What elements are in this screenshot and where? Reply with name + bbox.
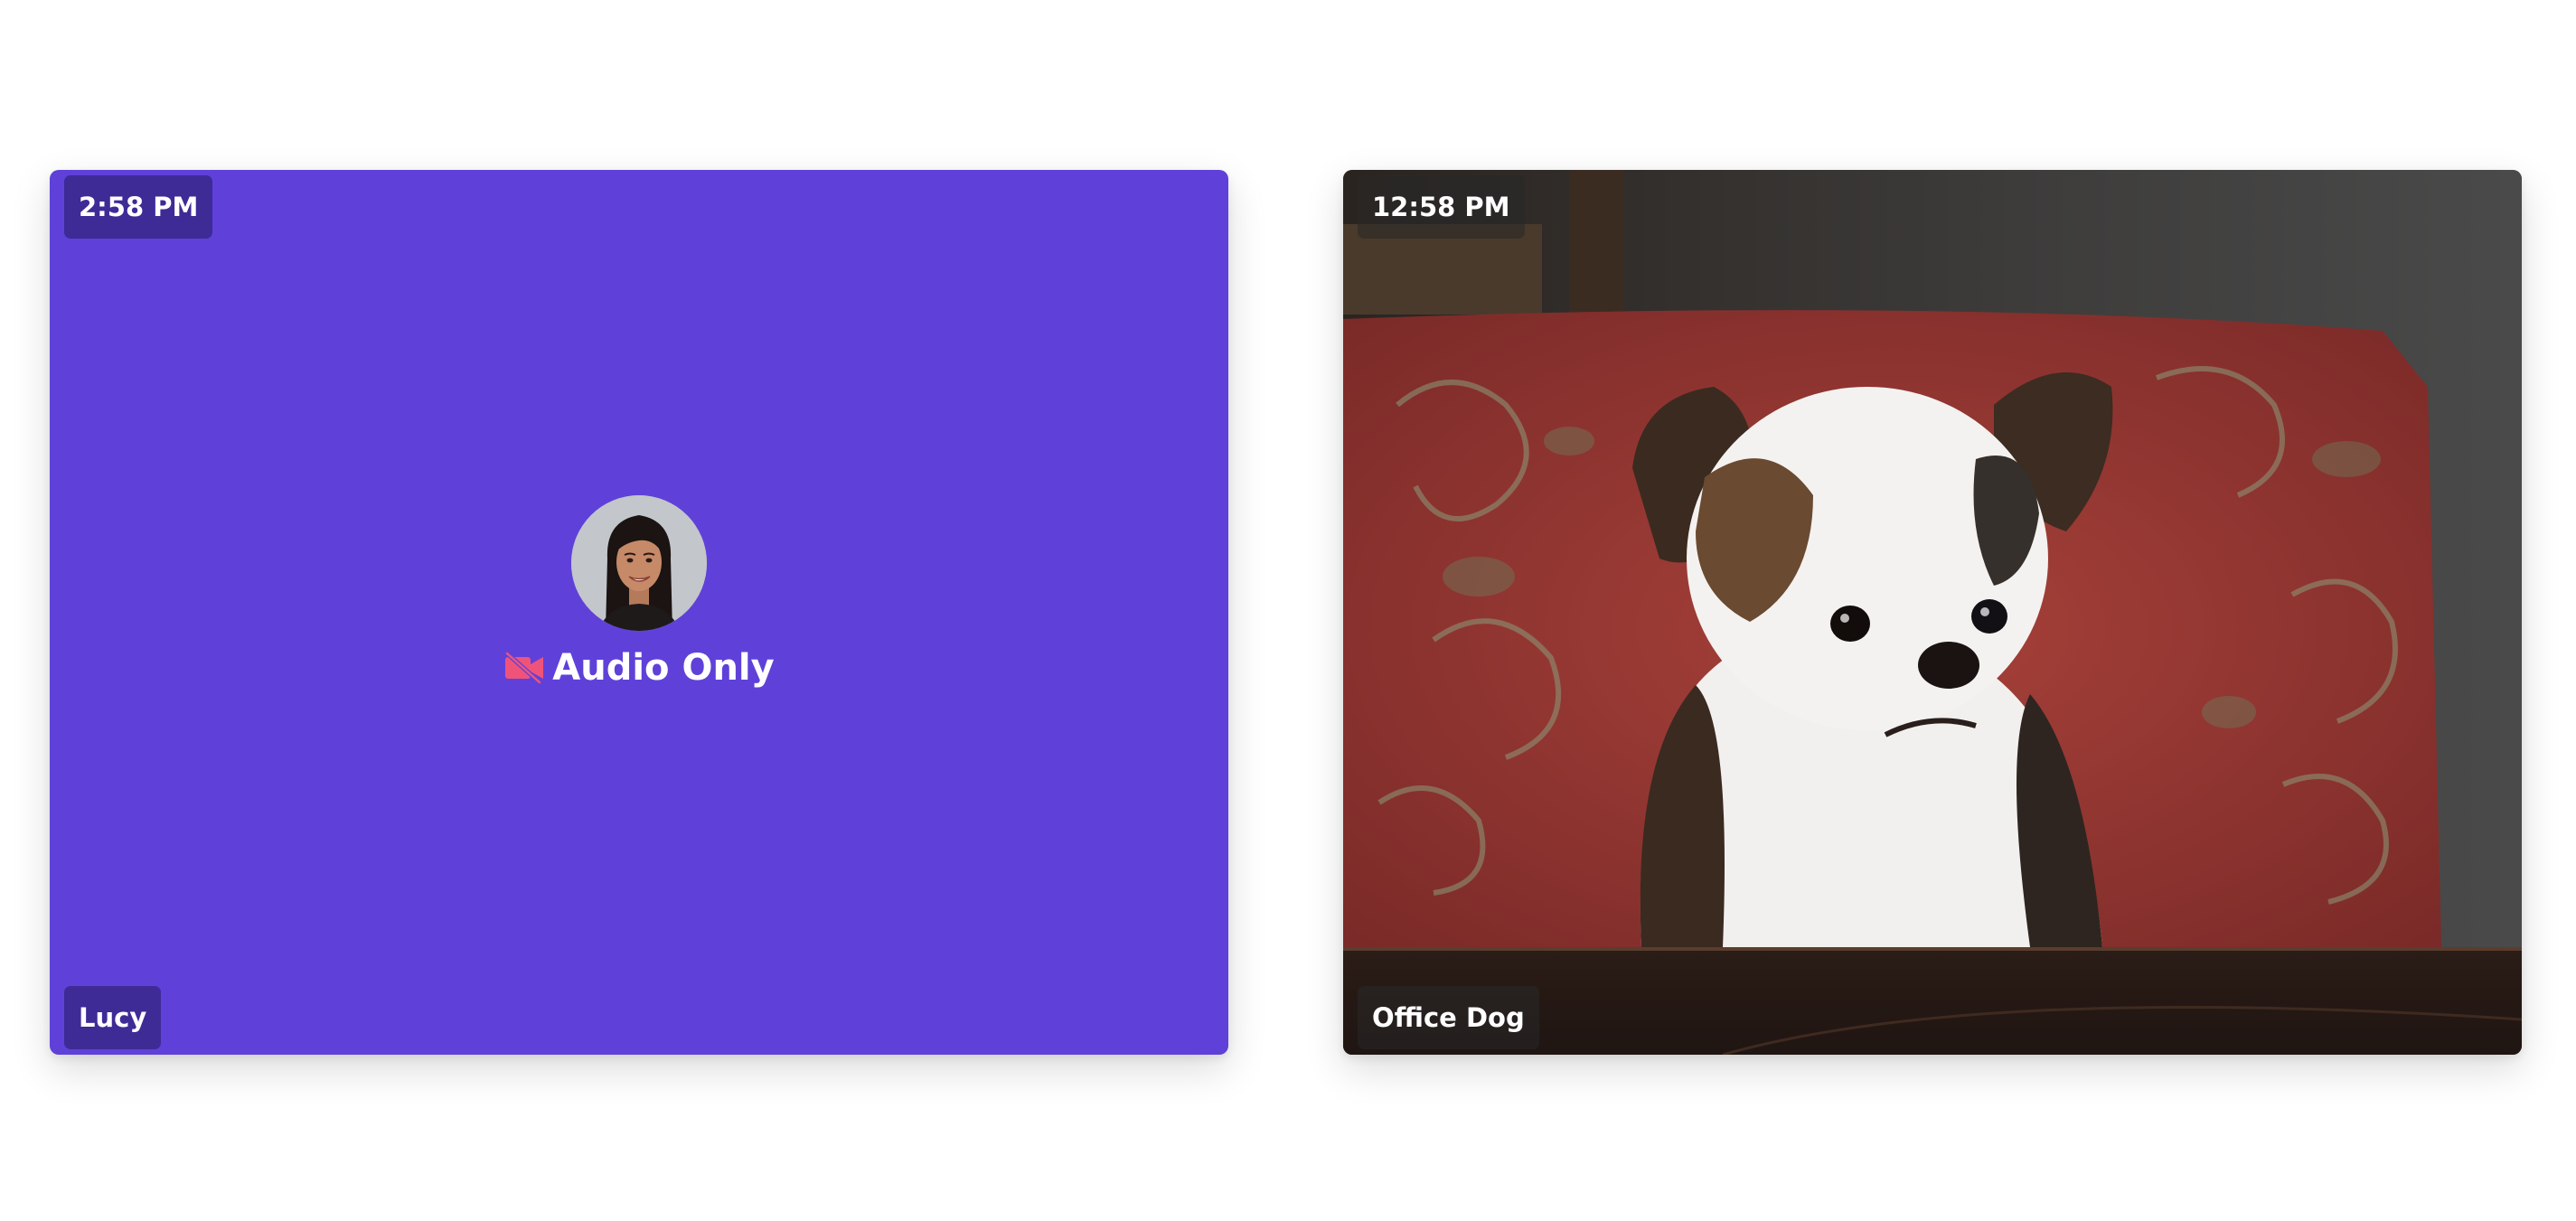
participant-tile-office-dog[interactable]: 12:58 PM Office Dog: [1343, 170, 2522, 1055]
avatar: [571, 495, 707, 631]
audio-only-placeholder: Audio Only: [50, 495, 1228, 689]
video-feed: [1343, 170, 2522, 1055]
video-off-icon: [504, 652, 544, 684]
participant-name-badge: Office Dog: [1358, 986, 1539, 1049]
participant-name-badge: Lucy: [64, 986, 162, 1049]
audio-only-status: Audio Only: [50, 647, 1228, 689]
audio-only-label: Audio Only: [552, 647, 775, 689]
participant-tile-lucy[interactable]: 2:58 PM Audio Only Lucy: [50, 170, 1228, 1055]
video-grid: 2:58 PM Audio Only Lucy 12:58 PM Office …: [0, 0, 2576, 1221]
local-time-badge: 12:58 PM: [1358, 175, 1525, 239]
local-time-badge: 2:58 PM: [64, 175, 213, 239]
